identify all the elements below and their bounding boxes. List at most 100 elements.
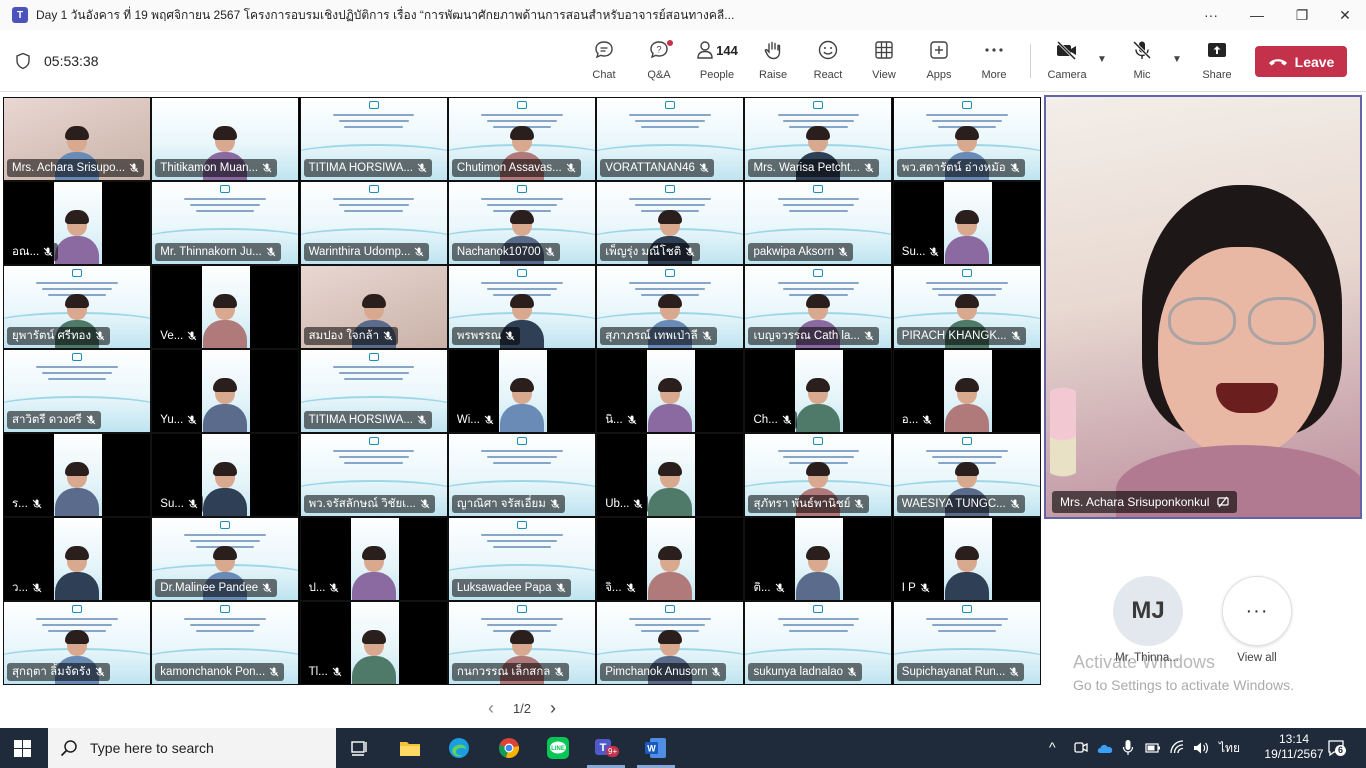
svg-text:?: ? [656,45,661,55]
participant-tile[interactable]: ญาณิศา จรัสเอี่ยม [447,433,596,517]
participant-tile[interactable]: สมปอง ใจกล้า [299,265,448,349]
participant-name: TITIMA HORSIWA... [308,162,413,174]
participant-tile[interactable]: สุภัทรา พันธ์พานิชย์ [744,433,893,517]
next-page-chevron-right-icon[interactable]: › [550,698,556,719]
participant-tile[interactable]: Ve... [151,265,300,349]
hand-icon [761,38,785,62]
participant-tile[interactable]: Tl... [299,601,448,685]
participant-tile[interactable]: Pimchanok Anusorn [596,601,745,685]
participant-tile[interactable]: Wi... [447,349,596,433]
prev-page-chevron-left-icon[interactable]: ‹ [488,698,494,719]
participant-tile[interactable]: พว.จรัสลักษณ์ วิชัยเ... [299,433,448,517]
spotlight-video[interactable]: Mrs. Achara Srisuponkonkul [1044,95,1362,519]
participant-tile[interactable]: สุกฤตา ลิ้มจัดรัง [3,601,151,685]
taskbar-clock[interactable]: 13:14 19/11/2567 [1264,732,1324,762]
participant-tile[interactable]: TITIMA HORSIWA... [299,349,448,433]
participant-tile[interactable]: ร... [3,433,151,517]
people-button[interactable]: 144 People [688,38,746,86]
participant-tile[interactable]: เพ็ญรุ่ง มณีโชติ [596,181,745,265]
teams-app-icon[interactable]: T 9+ [594,736,620,760]
taskbar-search-box[interactable]: Type here to search [48,728,336,768]
participant-tile[interactable]: Mr. Thinnakorn Ju... [151,181,300,265]
share-button[interactable]: Share [1189,38,1245,86]
participant-tile[interactable]: จิ... [596,517,745,601]
microphone-tray-icon[interactable] [1122,739,1134,757]
more-options-button[interactable]: ··· [1188,0,1234,30]
camera-options-chevron-down-icon[interactable]: ▼ [1097,54,1107,65]
participant-tile[interactable]: WAESIYA TUNGC... [892,433,1041,517]
chrome-icon[interactable] [497,736,521,760]
raise-hand-button[interactable]: Raise [745,38,801,86]
view-button[interactable]: View [856,38,912,86]
participant-tile[interactable]: Thitikamon Muan... [151,97,300,181]
participant-tile[interactable]: Su... [892,181,1041,265]
participant-tile[interactable]: พรพรรณ [447,265,596,349]
mic-muted-icon [266,247,276,257]
input-language[interactable]: ไทย [1219,739,1240,758]
file-explorer-icon[interactable] [398,736,422,760]
participant-tile[interactable]: pakwipa Aksorn [744,181,893,265]
onedrive-cloud-icon[interactable] [1096,741,1114,755]
participant-tile[interactable]: กนกวรรณ เล็กสกล [447,601,596,685]
participant-tile[interactable]: Dr.Malinee Pandee [151,517,300,601]
mic-options-chevron-down-icon[interactable]: ▼ [1172,54,1182,65]
windows-start-icon[interactable] [14,740,31,757]
participant-tile[interactable]: Su... [151,433,300,517]
notification-center-button[interactable]: 6 [1326,738,1347,758]
leave-button[interactable]: Leave [1255,46,1347,77]
participant-tile[interactable]: Luksawadee Papa [447,517,596,601]
participant-tile[interactable]: ยุพารัตน์ ศรีทอง [3,265,151,349]
participant-tile[interactable]: Mrs. Achara Srisupo... [3,97,151,181]
participant-tile[interactable]: I P [892,517,1041,601]
participant-tile[interactable]: นิ... [596,349,745,433]
participant-tile[interactable]: Chutimon Assavas... [447,97,596,181]
mic-button[interactable]: Mic [1114,38,1170,86]
battery-icon[interactable] [1145,741,1161,755]
task-view-icon[interactable] [348,736,372,760]
volume-icon[interactable] [1193,740,1209,756]
participant-tile[interactable]: เบญจวรรณ Cath la... [744,265,893,349]
participant-tile[interactable]: sukunya ladnalao [744,601,893,685]
participant-tile[interactable]: พว.สดารัตน์ อ่างหมัอ [892,97,1041,181]
minimize-button[interactable]: — [1234,0,1280,30]
participant-tile[interactable]: Mrs. Warisa Petcht... [744,97,893,181]
more-button[interactable]: More [966,38,1022,86]
svg-text:LINE: LINE [551,746,565,752]
participant-tile[interactable]: Supichayanat Run... [892,601,1041,685]
participant-tile[interactable]: Yu... [151,349,300,433]
maximize-button[interactable]: ❐ [1279,0,1325,30]
wifi-icon[interactable] [1169,740,1185,756]
tray-chevron-up-icon[interactable]: ^ [1049,739,1056,755]
participant-tile[interactable]: ติ... [744,517,893,601]
participant-tile[interactable]: Nachanok10700 [447,181,596,265]
apps-button[interactable]: Apps [911,38,967,86]
chat-button[interactable]: Chat [576,38,632,86]
qa-button[interactable]: ? Q&A [631,38,687,86]
edge-browser-icon[interactable] [447,736,471,760]
view-all-button[interactable]: ··· [1222,576,1292,646]
participant-tile[interactable]: สาวิตรี ดวงศรี [3,349,151,433]
participant-tile[interactable]: VORATTANAN46 [596,97,745,181]
word-app-icon[interactable]: W [644,736,668,760]
participant-tile[interactable]: kamonchanok Pon... [151,601,300,685]
line-app-icon[interactable]: LINE [546,736,570,760]
participant-tile[interactable]: TITIMA HORSIWA... [299,97,448,181]
avatar[interactable]: MJ [1113,576,1183,646]
participant-tile[interactable]: Warinthira Udomp... [299,181,448,265]
participant-name-tag: ยุพารัตน์ ศรีทอง [7,327,111,345]
participant-tile[interactable]: Ch... [744,349,893,433]
meet-now-icon[interactable] [1074,740,1088,756]
close-button[interactable]: ✕ [1322,0,1366,30]
participant-tile[interactable]: อณ... [3,181,151,265]
participant-tile[interactable]: Ub... [596,433,745,517]
camera-button[interactable]: Camera [1039,38,1095,86]
participant-tile[interactable]: ป... [299,517,448,601]
participant-tile[interactable]: สุภาภรณ์ เทพเป่าลี [596,265,745,349]
participant-tile[interactable]: อ... [892,349,1041,433]
participant-name: sukunya ladnalao [753,666,843,678]
participant-tile[interactable]: PIRACH KHANGK... [892,265,1041,349]
participant-tile[interactable]: ว... [3,517,151,601]
mic-muted-icon [1009,667,1019,677]
react-button[interactable]: React [800,38,856,86]
notification-count: 6 [1335,745,1347,756]
